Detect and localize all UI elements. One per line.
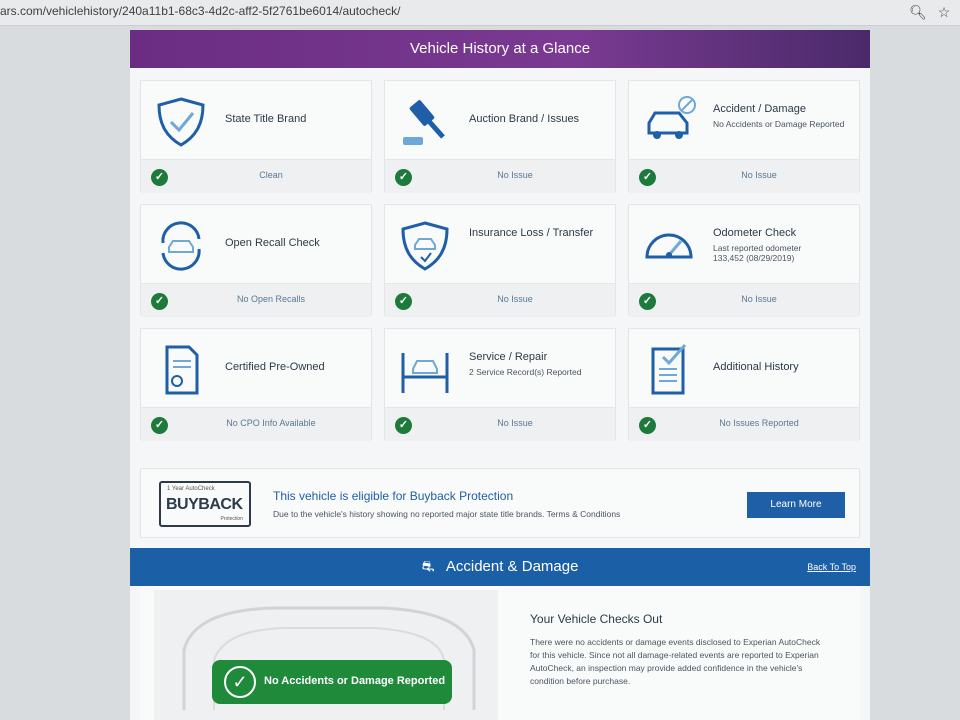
car-crash-icon: ⛐ (421, 558, 435, 575)
cell-title: Auction Brand / Issues (469, 113, 580, 125)
shield-check-icon (153, 95, 209, 149)
check-icon: ✓ (395, 293, 412, 310)
cell-title: Insurance Loss / Transfer (469, 227, 594, 239)
check-icon: ✓ (151, 169, 168, 186)
cell-open-recall[interactable]: Open Recall Check ✓ No Open Recalls (140, 204, 372, 317)
accident-header: ⛐ Accident & Damage Back To Top (130, 548, 870, 586)
no-accidents-badge: ✓ No Accidents or Damage Reported (212, 660, 452, 704)
report-page: Vehicle History at a Glance State Title … (130, 30, 870, 720)
cell-title: Open Recall Check (225, 237, 320, 249)
cell-additional-history[interactable]: Additional History ✓ No Issues Reported (628, 328, 860, 441)
cell-status: No Issues Reported (719, 418, 799, 428)
cell-certified-pre-owned[interactable]: Certified Pre-Owned ✓ No CPO Info Availa… (140, 328, 372, 441)
cell-status: No Issue (741, 170, 777, 180)
check-icon: ✓ (151, 417, 168, 434)
cell-title: Additional History (713, 361, 799, 373)
cell-status: Clean (259, 170, 283, 180)
url-text[interactable]: ars.com/vehiclehistory/240a11b1-68c3-4d2… (0, 4, 400, 18)
accident-title: Accident & Damage (445, 558, 579, 575)
cell-accident-damage[interactable]: Accident / Damage No Accidents or Damage… (628, 80, 860, 193)
cell-title: Accident / Damage (713, 103, 806, 115)
checklist-icon (641, 343, 697, 397)
cell-subtitle: 2 Service Record(s) Reported (469, 367, 582, 377)
certificate-icon (153, 343, 209, 397)
buyback-badge-logo: 1 Year AutoCheck BUYBACK Protection (159, 481, 251, 527)
checks-out-title: Your Vehicle Checks Out (530, 612, 663, 626)
cell-state-title-brand[interactable]: State Title Brand ✓ Clean (140, 80, 372, 193)
check-icon: ✓ (639, 293, 656, 310)
cell-status: No Open Recalls (236, 294, 306, 304)
zoom-icon[interactable]: 🔍︎ (908, 2, 928, 22)
no-accidents-text: No Accidents or Damage Reported (264, 675, 446, 687)
cell-odometer-check[interactable]: Odometer Check Last reported odometer 13… (628, 204, 860, 317)
cell-title: Certified Pre-Owned (225, 361, 325, 373)
check-icon: ✓ (151, 293, 168, 310)
glance-header: Vehicle History at a Glance (130, 30, 870, 68)
cell-status: No CPO Info Available (226, 418, 316, 428)
cell-title: State Title Brand (225, 113, 307, 125)
buyback-title: This vehicle is eligible for Buyback Pro… (273, 489, 514, 503)
insurance-shield-icon (397, 219, 453, 273)
buyback-text: Due to the vehicle's history showing no … (273, 509, 621, 519)
learn-more-button[interactable]: Learn More (747, 492, 845, 518)
buyback-badge-small: 1 Year AutoCheck (167, 486, 215, 492)
cell-status: No Issue (497, 418, 533, 428)
car-outline-image: ✓ No Accidents or Damage Reported (154, 590, 498, 720)
recall-icon (153, 219, 209, 273)
gavel-icon (397, 95, 453, 149)
bookmark-star-icon[interactable]: ☆ (934, 2, 954, 22)
check-icon: ✓ (639, 169, 656, 186)
cell-title: Odometer Check (713, 227, 797, 239)
odometer-icon (641, 219, 697, 273)
car-lift-icon (397, 343, 453, 397)
cell-subtitle: No Accidents or Damage Reported (713, 119, 845, 129)
accident-body: ✓ No Accidents or Damage Reported Your V… (140, 586, 860, 720)
glance-title: Vehicle History at a Glance (409, 40, 591, 57)
check-icon: ✓ (395, 169, 412, 186)
buyback-badge-protection: Protection (220, 516, 243, 522)
buyback-badge-big: BUYBACK (166, 496, 243, 513)
back-to-top-link[interactable]: Back To Top (807, 548, 856, 586)
cell-status: No Issue (741, 294, 777, 304)
checks-out-text: There were no accidents or damage events… (530, 637, 821, 686)
check-circle-icon: ✓ (224, 666, 256, 698)
cell-status: No Issue (497, 170, 533, 180)
browser-address-bar[interactable]: ars.com/vehiclehistory/240a11b1-68c3-4d2… (0, 0, 960, 26)
cell-status: No Issue (497, 294, 533, 304)
cell-service-repair[interactable]: Service / Repair 2 Service Record(s) Rep… (384, 328, 616, 441)
cell-insurance-loss[interactable]: Insurance Loss / Transfer ✓ No Issue (384, 204, 616, 317)
cell-auction-brand[interactable]: Auction Brand / Issues ✓ No Issue (384, 80, 616, 193)
car-damage-icon (641, 95, 697, 149)
cell-title: Service / Repair (469, 351, 548, 363)
odometer-reading: 133,452 (08/29/2019) (713, 253, 795, 263)
buyback-banner: 1 Year AutoCheck BUYBACK Protection This… (140, 468, 860, 538)
check-icon: ✓ (395, 417, 412, 434)
check-icon: ✓ (639, 417, 656, 434)
